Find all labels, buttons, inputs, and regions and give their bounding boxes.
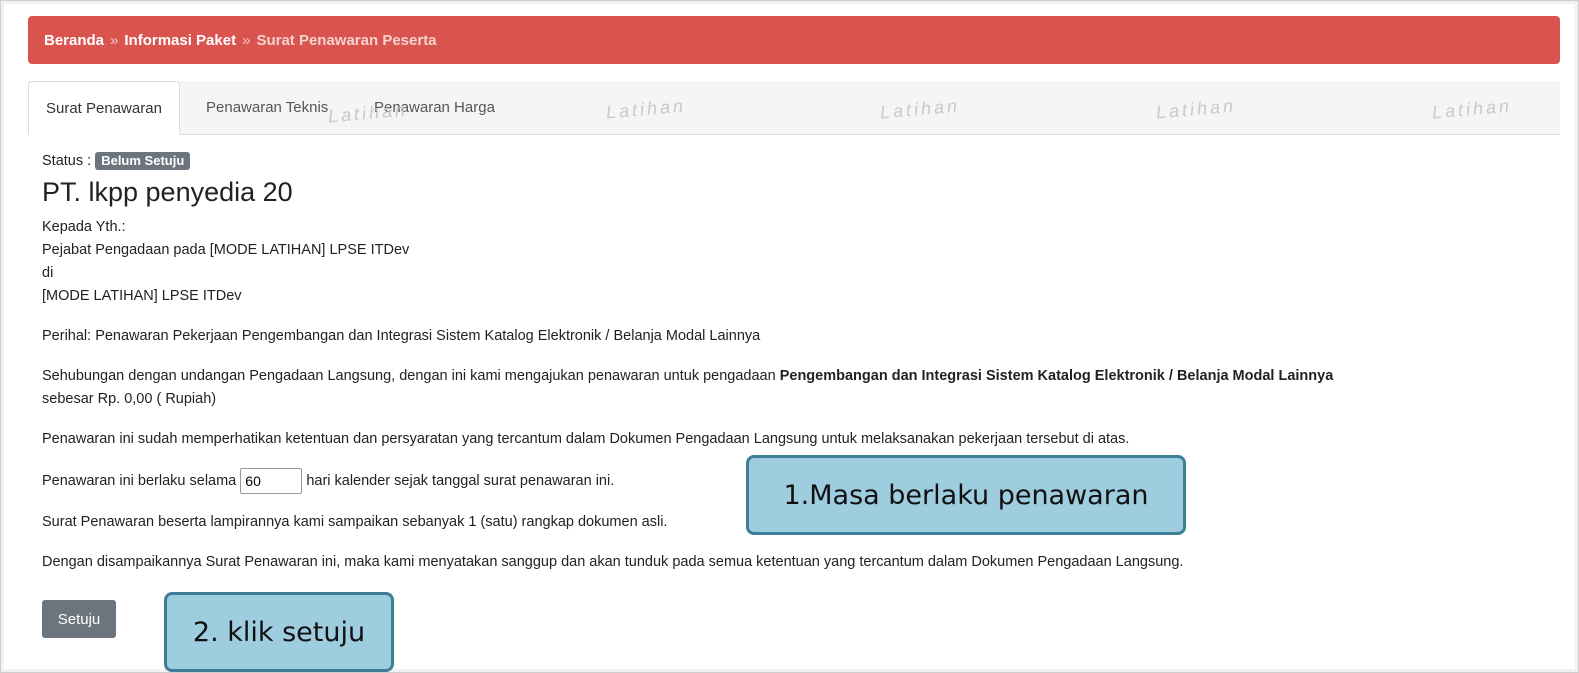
callout-text: 1.Masa berlaku penawaran bbox=[783, 479, 1149, 511]
status-label: Status : bbox=[42, 153, 92, 169]
breadcrumb: Beranda » Informasi Paket » Surat Penawa… bbox=[28, 16, 1560, 64]
sehubungan-text: Sehubungan dengan undangan Pengadaan Lan… bbox=[42, 365, 1552, 388]
status-badge: Belum Setuju bbox=[95, 152, 191, 170]
masa-berlaku-prefix: Penawaran ini berlaku selama bbox=[42, 472, 237, 489]
breadcrumb-separator: » bbox=[242, 31, 251, 49]
sehubungan-prefix: Sehubungan dengan undangan Pengadaan Lan… bbox=[42, 368, 780, 384]
masa-berlaku-input[interactable] bbox=[240, 468, 303, 494]
recipient-line: di bbox=[42, 265, 54, 281]
callout-masa-berlaku: 1.Masa berlaku penawaran bbox=[693, 455, 1186, 535]
callout-setuju: 2. klik setuju bbox=[123, 592, 394, 672]
recipient-line: Kepada Yth.: bbox=[42, 219, 126, 235]
recipient-line: [MODE LATIHAN] LPSE ITDev bbox=[42, 288, 242, 304]
breadcrumb-informasi-paket-link[interactable]: Informasi Paket bbox=[124, 32, 236, 49]
status-row: Status : Belum Setuju bbox=[42, 150, 1552, 173]
setuju-button[interactable]: Setuju bbox=[42, 600, 116, 638]
tab-penawaran-teknis[interactable]: Penawaran Teknis bbox=[189, 81, 345, 134]
masa-berlaku-suffix: hari kalender sejak tanggal surat penawa… bbox=[306, 472, 615, 489]
company-name: PT. lkpp penyedia 20 bbox=[42, 177, 293, 207]
breadcrumb-home-link[interactable]: Beranda bbox=[44, 32, 104, 49]
sehubungan-package-name: Pengembangan dan Integrasi Sistem Katalo… bbox=[779, 368, 1334, 384]
perihal-text: Perihal: Penawaran Pekerjaan Pengembanga… bbox=[42, 328, 761, 344]
watermark: Latihan bbox=[1431, 95, 1513, 123]
watermark: Latihan bbox=[1155, 95, 1237, 123]
pernyataan-text: Dengan disampaikannya Surat Penawaran in… bbox=[42, 554, 1184, 570]
sehubungan-amount: sebesar Rp. 0,00 ( Rupiah) bbox=[42, 391, 217, 407]
breadcrumb-current: Surat Penawaran Peserta bbox=[256, 31, 437, 49]
callout-text: 2. klik setuju bbox=[192, 616, 366, 648]
tab-surat-penawaran[interactable]: Surat Penawaran bbox=[28, 81, 180, 135]
penawaran-note: Penawaran ini sudah memperhatikan ketent… bbox=[42, 431, 1130, 447]
tab-bar: Surat Penawaran Penawaran Teknis Penawar… bbox=[28, 81, 1560, 135]
tab-penawaran-harga[interactable]: Penawaran Harga bbox=[357, 81, 512, 134]
watermark: Latihan bbox=[879, 95, 961, 123]
recipient-line: Pejabat Pengadaan pada [MODE LATIHAN] LP… bbox=[42, 242, 410, 258]
watermark: Latihan bbox=[605, 95, 687, 123]
breadcrumb-separator: » bbox=[110, 31, 119, 49]
